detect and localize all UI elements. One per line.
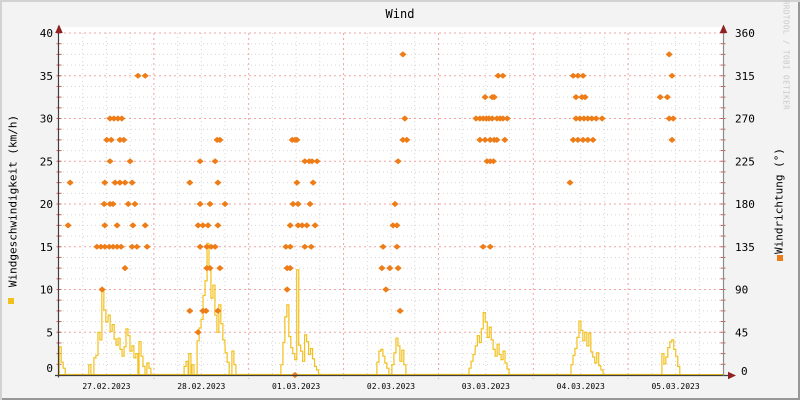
watermark-text: RRDTOOL / TOBI OETIKER	[781, 0, 791, 111]
y-left-tick-label: 15	[40, 241, 53, 254]
y-left-tick-label: 5	[46, 326, 53, 339]
y-left-tick-label: 20	[40, 198, 53, 211]
y-right-tick-label: 225	[735, 155, 755, 168]
y-right-tick-label: 0	[741, 365, 748, 378]
chart-title: Wind	[385, 7, 415, 21]
y-right-tick-label: 45	[735, 326, 748, 339]
y-left-tick-label: 40	[40, 27, 53, 40]
speed-legend-square-icon	[8, 298, 14, 304]
x-date-label: 02.03.2023	[367, 382, 415, 391]
y-right-tick-label: 135	[735, 241, 755, 254]
wind-chart: 0 5 10 15 20 25 30 35 40 0 45 90 135 180 225 270 315 360 2…	[0, 0, 800, 400]
y-left-tick-label: 25	[40, 155, 53, 168]
y-right-tick-label: 180	[735, 198, 755, 211]
y-left-tick-label: 10	[40, 284, 53, 297]
x-axis-arrow-icon	[728, 371, 736, 380]
y-left-tick-label: 0	[46, 362, 53, 375]
y-right-tick-label: 270	[735, 113, 755, 126]
x-date-label: 27.02.2023	[82, 382, 130, 391]
x-date-label: 28.02.2023	[177, 382, 225, 391]
y-right-tick-label: 360	[735, 27, 755, 40]
y-left-tick-label: 35	[40, 70, 53, 83]
left-axis-label: Windgeschwindigkeit (km/h)	[6, 114, 20, 288]
x-date-label: 04.03.2023	[557, 382, 605, 391]
y-right-tick-label: 315	[735, 70, 755, 83]
direction-legend-square-icon	[777, 255, 783, 261]
y-right-tick-label: 90	[735, 284, 748, 297]
x-date-label: 05.03.2023	[651, 382, 699, 391]
x-date-label: 03.03.2023	[462, 382, 510, 391]
y-left-tick-label: 30	[40, 113, 53, 126]
x-date-label: 01.03.2023	[272, 382, 320, 391]
right-axis-label: Windrichtung (°)	[772, 148, 786, 254]
plot-area: 0 5 10 15 20 25 30 35 40 0 45 90 135 180 225 270 315 360 2…	[40, 24, 755, 391]
